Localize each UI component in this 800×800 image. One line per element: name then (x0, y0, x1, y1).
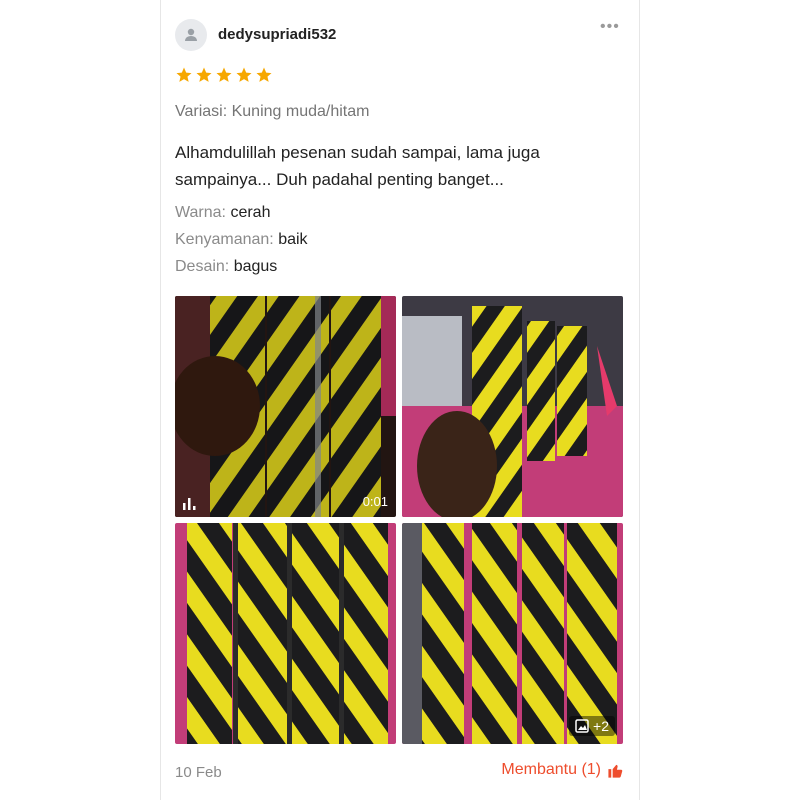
attribute-key: Warna: (175, 204, 226, 221)
username[interactable]: dedysupriadi532 (218, 26, 336, 43)
more-icon[interactable]: ••• (600, 19, 620, 35)
review-image-1[interactable] (402, 296, 623, 517)
video-duration: 0:01 (362, 494, 388, 509)
attribute-key: Desain: (175, 258, 230, 275)
video-thumbnail (175, 296, 396, 517)
attribute-kenyamanan: Kenyamanan: baik (175, 231, 308, 249)
attribute-key: Kenyamanan: (175, 231, 274, 248)
avatar[interactable] (175, 19, 207, 51)
review-comment: Alhamdulillah pesenan sudah sampai, lama… (175, 143, 540, 189)
attribute-value: baik (278, 231, 308, 248)
image-icon (575, 719, 589, 733)
star-rating (175, 66, 273, 84)
attribute-value: bagus (233, 258, 278, 275)
thumbs-up-icon (608, 764, 623, 778)
star-icon (216, 67, 232, 82)
image-thumbnail (402, 523, 623, 744)
helpful-button[interactable]: Membantu (1) (501, 761, 624, 779)
review-image-2[interactable] (175, 523, 396, 744)
review-date: 10 Feb (175, 764, 222, 781)
review-video[interactable]: 0:01 (175, 296, 396, 517)
variation-label: Variasi: Kuning muda/hitam (175, 103, 370, 120)
review-image-3[interactable]: +2 (402, 523, 623, 744)
attribute-value: cerah (230, 204, 271, 221)
star-icon (176, 67, 192, 82)
image-thumbnail (175, 523, 396, 744)
image-thumbnail (402, 296, 623, 517)
helpful-label: Membantu (1) (501, 761, 601, 778)
attribute-desain: Desain: bagus (175, 258, 277, 276)
star-icon (256, 67, 272, 82)
star-icon (196, 67, 212, 82)
more-media-count: +2 (593, 718, 609, 734)
video-bars-icon (183, 498, 196, 510)
attribute-warna: Warna: cerah (175, 204, 270, 222)
star-icon (236, 67, 252, 82)
more-media-badge[interactable]: +2 (569, 716, 615, 736)
user-icon (185, 28, 197, 41)
